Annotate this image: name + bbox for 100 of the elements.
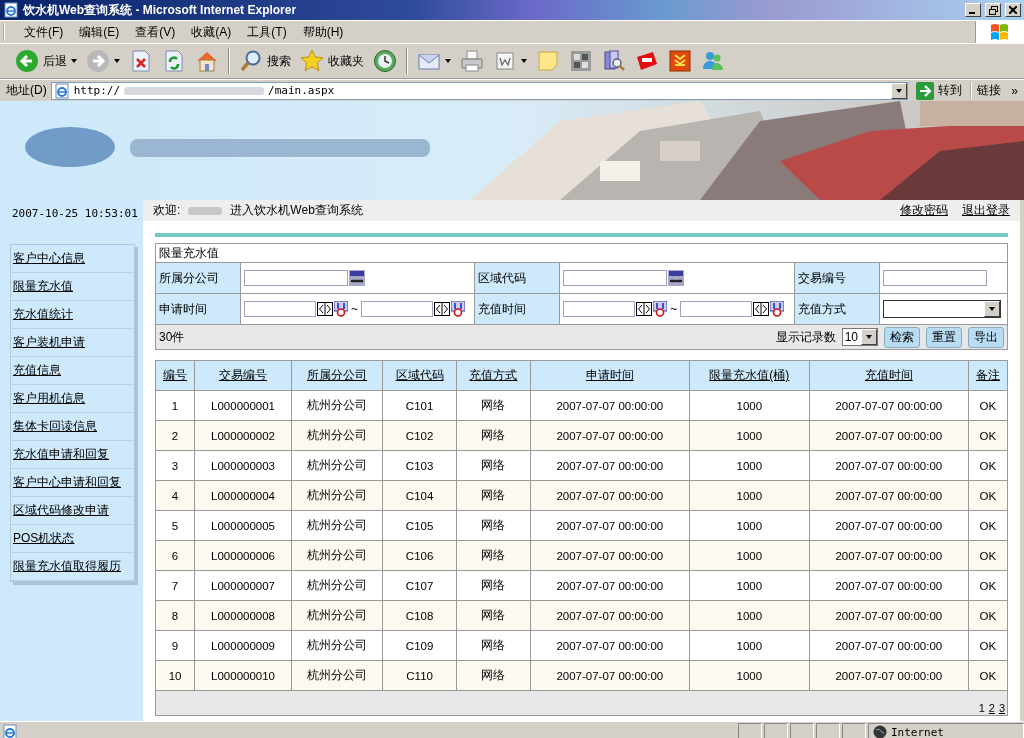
nav-link[interactable]: 客户中心信息: [11, 245, 134, 273]
restore-button[interactable]: [985, 3, 1001, 17]
menu-item[interactable]: 帮助(H): [295, 23, 351, 41]
table-cell: 2007-07-07 00:00:00: [556, 609, 664, 622]
menu-item[interactable]: 收藏(A): [184, 23, 239, 41]
table-cell: C104: [405, 489, 434, 502]
action-button[interactable]: 重置: [926, 326, 962, 348]
column-header[interactable]: 申请时间: [585, 368, 634, 382]
date-field[interactable]: [244, 301, 316, 317]
table-cell: 2007-07-07 00:00:00: [835, 639, 943, 652]
table-cell: 网络: [481, 429, 506, 441]
table-cell: 2007-07-07 00:00:00: [556, 459, 664, 472]
table-cell: OK: [979, 459, 997, 472]
table-cell: OK: [979, 579, 997, 592]
table-cell: 2007-07-07 00:00:00: [835, 459, 943, 472]
table-cell: L000000003: [211, 459, 276, 472]
nav-link[interactable]: 充水值申请和回复: [11, 441, 134, 469]
table-cell: L000000006: [211, 549, 276, 562]
menu-item[interactable]: 工具(T): [240, 23, 294, 41]
step-arrows-icon[interactable]: [753, 302, 770, 316]
status-panel: [738, 723, 762, 738]
input-field[interactable]: [563, 270, 668, 286]
links-button[interactable]: 链接: [970, 82, 1002, 99]
browser-page-icon: [3, 2, 19, 18]
book-magnifier-icon: [602, 49, 626, 73]
address-field[interactable]: http:// /main.aspx: [50, 81, 909, 100]
table-cell: 杭州分公司: [307, 459, 368, 471]
table-cell: 杭州分公司: [307, 639, 368, 651]
minimize-button[interactable]: [965, 3, 981, 17]
table-cell: OK: [979, 669, 997, 682]
table-cell: 1000: [736, 579, 763, 592]
action-button[interactable]: 导出: [968, 326, 1004, 348]
calendar-clock-icon[interactable]: [451, 301, 465, 317]
table-cell: 9: [171, 639, 179, 652]
step-arrows-icon[interactable]: [636, 302, 653, 316]
table-cell: 杭州分公司: [307, 519, 368, 531]
field-label: 充值方式: [797, 301, 846, 316]
table-cell: OK: [979, 489, 997, 502]
date-field[interactable]: [680, 301, 753, 317]
table-cell: L000000010: [211, 669, 276, 682]
date-field[interactable]: [361, 301, 433, 317]
header-link[interactable]: 修改密码: [900, 202, 948, 219]
header-link[interactable]: 退出登录: [962, 202, 1010, 219]
nav-link[interactable]: 客户用机信息: [11, 385, 134, 413]
table-cell: C102: [405, 429, 434, 442]
nav-link[interactable]: 充水值统计: [11, 301, 134, 329]
nav-link[interactable]: 客户装机申请: [11, 329, 134, 357]
page-link[interactable]: 1: [978, 702, 985, 714]
nav-link[interactable]: POS机状态: [11, 525, 134, 553]
toolbar-button[interactable]: 搜索: [236, 47, 294, 75]
field-label: 所属分公司: [159, 270, 219, 285]
input-field[interactable]: [882, 270, 987, 286]
toolbar-button[interactable]: 后退: [12, 47, 80, 75]
column-header[interactable]: 充值时间: [864, 368, 913, 382]
table-cell: 2007-07-07 00:00:00: [835, 519, 943, 532]
range-separator: ~: [351, 302, 358, 316]
nav-link[interactable]: 限量充水值: [11, 273, 134, 301]
link-lookup-icon[interactable]: [668, 270, 685, 286]
nav-link[interactable]: 区域代码修改申请: [11, 497, 134, 525]
close-button[interactable]: [1005, 3, 1021, 17]
nav-link[interactable]: 充值信息: [11, 357, 134, 385]
status-panel: [764, 723, 788, 738]
caret-icon: [445, 59, 451, 63]
menu-item[interactable]: 查看(V): [128, 23, 183, 41]
globe-icon: [873, 725, 887, 738]
nav-link[interactable]: 限量充水值取得履历: [11, 553, 134, 581]
table-cell: C110: [406, 669, 433, 682]
more-chevron[interactable]: »: [1005, 83, 1024, 98]
redacted-name: [188, 206, 223, 215]
step-arrows-icon[interactable]: [434, 302, 450, 316]
table-cell: 3: [171, 459, 179, 472]
nav-link[interactable]: 客户中心申请和回复: [11, 469, 134, 497]
link-lookup-icon[interactable]: [349, 270, 365, 286]
page-link[interactable]: 2: [988, 702, 995, 714]
zone-label: Internet: [891, 725, 944, 738]
table-cell: 6: [171, 549, 179, 562]
range-separator: ~: [670, 302, 678, 316]
table-cell: 网络: [481, 639, 506, 651]
page-size-select[interactable]: 10: [841, 328, 878, 346]
action-button[interactable]: 检索: [884, 326, 920, 348]
table-cell: 1000: [736, 549, 763, 562]
toolbar-button[interactable]: 收藏夹: [297, 47, 367, 75]
calendar-clock-icon[interactable]: [770, 301, 785, 317]
input-field[interactable]: [244, 270, 348, 286]
table-cell: 2007-07-07 00:00:00: [835, 489, 943, 502]
table-cell: L000000002: [211, 429, 276, 442]
caret-icon: [521, 59, 527, 63]
menu-item[interactable]: 文件(F): [17, 23, 71, 41]
page-link[interactable]: 3: [998, 702, 1005, 714]
step-arrows-icon[interactable]: [317, 302, 333, 316]
menu-item[interactable]: 编辑(E): [72, 23, 127, 41]
table-cell: OK: [979, 609, 997, 622]
date-field[interactable]: [563, 301, 636, 317]
nav-link[interactable]: 集体卡回读信息: [11, 413, 134, 441]
table-cell: 网络: [481, 489, 506, 501]
dropdown-field[interactable]: [882, 300, 1001, 318]
calendar-clock-icon[interactable]: [653, 301, 668, 317]
calendar-clock-icon[interactable]: [334, 301, 348, 317]
go-button[interactable]: 转到: [912, 81, 967, 100]
table-cell: 2007-07-07 00:00:00: [556, 399, 664, 412]
